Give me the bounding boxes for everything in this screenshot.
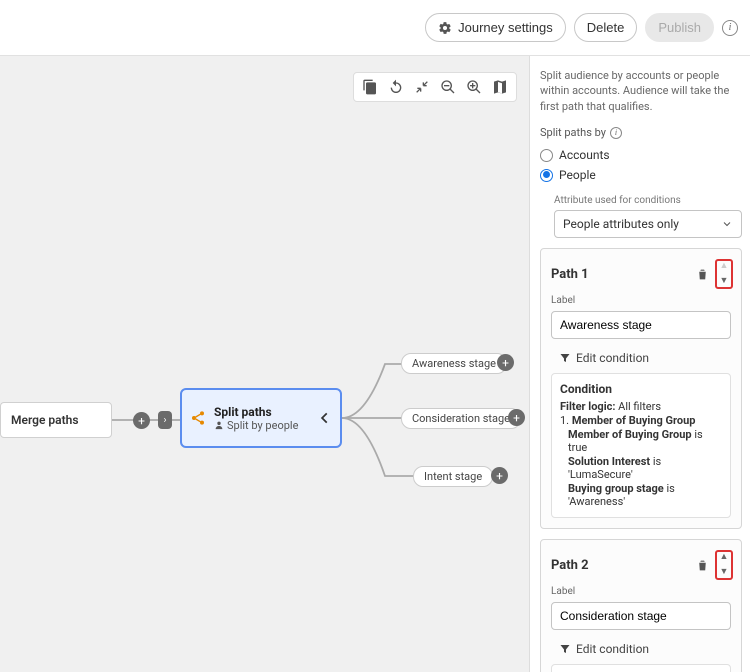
delete-button[interactable]: Delete xyxy=(574,13,638,42)
zoom-out-icon[interactable] xyxy=(440,79,456,95)
journey-settings-button[interactable]: Journey settings xyxy=(425,13,566,42)
edit-condition-button[interactable]: Edit condition xyxy=(541,347,741,373)
condition-summary: Condition Filter logic: All filters 1. M… xyxy=(551,373,731,518)
filter-icon xyxy=(559,643,571,655)
split-paths-node[interactable]: Split paths Split by people xyxy=(180,388,342,448)
split-icon xyxy=(190,410,206,426)
merge-paths-node[interactable]: Merge paths xyxy=(0,402,112,438)
radio-icon xyxy=(540,149,553,162)
add-after-consideration-button[interactable]: + xyxy=(508,409,525,426)
attr-used-label: Attribute used for conditions xyxy=(554,195,742,206)
radio-icon xyxy=(540,169,553,182)
path-card-2: Path 2 ▲ ▼ Label Edit condition Conditio… xyxy=(540,539,742,672)
info-icon[interactable]: i xyxy=(722,20,738,36)
label-field-label: Label xyxy=(541,584,741,599)
entry-arrow-icon: › xyxy=(158,411,172,429)
split-node-title: Split paths xyxy=(214,405,310,419)
undo-icon[interactable] xyxy=(388,79,404,95)
edit-condition-button[interactable]: Edit condition xyxy=(541,638,741,664)
add-after-awareness-button[interactable]: + xyxy=(497,354,514,371)
panel-description: Split audience by accounts or people wit… xyxy=(540,68,742,114)
path-card-1: Path 1 ▲ ▼ Label Edit condition Conditio… xyxy=(540,248,742,529)
path-chip-consideration[interactable]: Consideration stage xyxy=(401,408,521,429)
trash-icon[interactable] xyxy=(696,559,709,572)
label-input[interactable] xyxy=(551,311,731,339)
map-icon[interactable] xyxy=(492,79,508,95)
reorder-arrows: ▲ ▼ xyxy=(715,259,733,289)
attribute-select[interactable]: People attributes only xyxy=(554,210,742,238)
publish-button[interactable]: Publish xyxy=(645,13,714,42)
path-chip-awareness[interactable]: Awareness stage xyxy=(401,353,507,374)
reorder-arrows: ▲ ▼ xyxy=(715,550,733,580)
filter-icon xyxy=(559,352,571,364)
path-chip-intent[interactable]: Intent stage xyxy=(413,466,493,487)
info-icon[interactable]: i xyxy=(610,127,622,139)
add-node-button[interactable]: + xyxy=(133,412,150,429)
split-by-label: Split paths by i xyxy=(540,126,742,139)
chevron-down-icon xyxy=(721,218,733,230)
trash-icon[interactable] xyxy=(696,268,709,281)
label-input[interactable] xyxy=(551,602,731,630)
journey-settings-label: Journey settings xyxy=(458,20,553,35)
split-node-subtitle: Split by people xyxy=(227,419,298,432)
move-up-button[interactable]: ▲ xyxy=(717,262,731,271)
merge-paths-label: Merge paths xyxy=(11,413,79,427)
radio-people[interactable]: People xyxy=(540,165,742,185)
move-down-button[interactable]: ▼ xyxy=(717,277,731,286)
add-after-intent-button[interactable]: + xyxy=(491,467,508,484)
move-down-button[interactable]: ▼ xyxy=(717,568,731,577)
zoom-in-icon[interactable] xyxy=(466,79,482,95)
person-icon xyxy=(214,420,224,430)
label-field-label: Label xyxy=(541,293,741,308)
top-bar: Journey settings Delete Publish i xyxy=(0,0,750,56)
move-up-button[interactable]: ▲ xyxy=(717,553,731,562)
path-title: Path 1 xyxy=(551,267,589,282)
side-panel: Split audience by accounts or people wit… xyxy=(529,56,750,672)
collapse-icon[interactable] xyxy=(414,79,430,95)
chevron-left-icon[interactable] xyxy=(318,411,332,425)
canvas[interactable]: Merge paths + › Split paths Split by peo… xyxy=(0,56,529,672)
condition-summary: Condition Filter logic: All filters 1. M… xyxy=(551,664,731,672)
canvas-toolbar xyxy=(353,72,517,102)
gear-icon xyxy=(438,21,452,35)
copy-icon[interactable] xyxy=(362,79,378,95)
radio-accounts[interactable]: Accounts xyxy=(540,145,742,165)
path-title: Path 2 xyxy=(551,558,589,573)
